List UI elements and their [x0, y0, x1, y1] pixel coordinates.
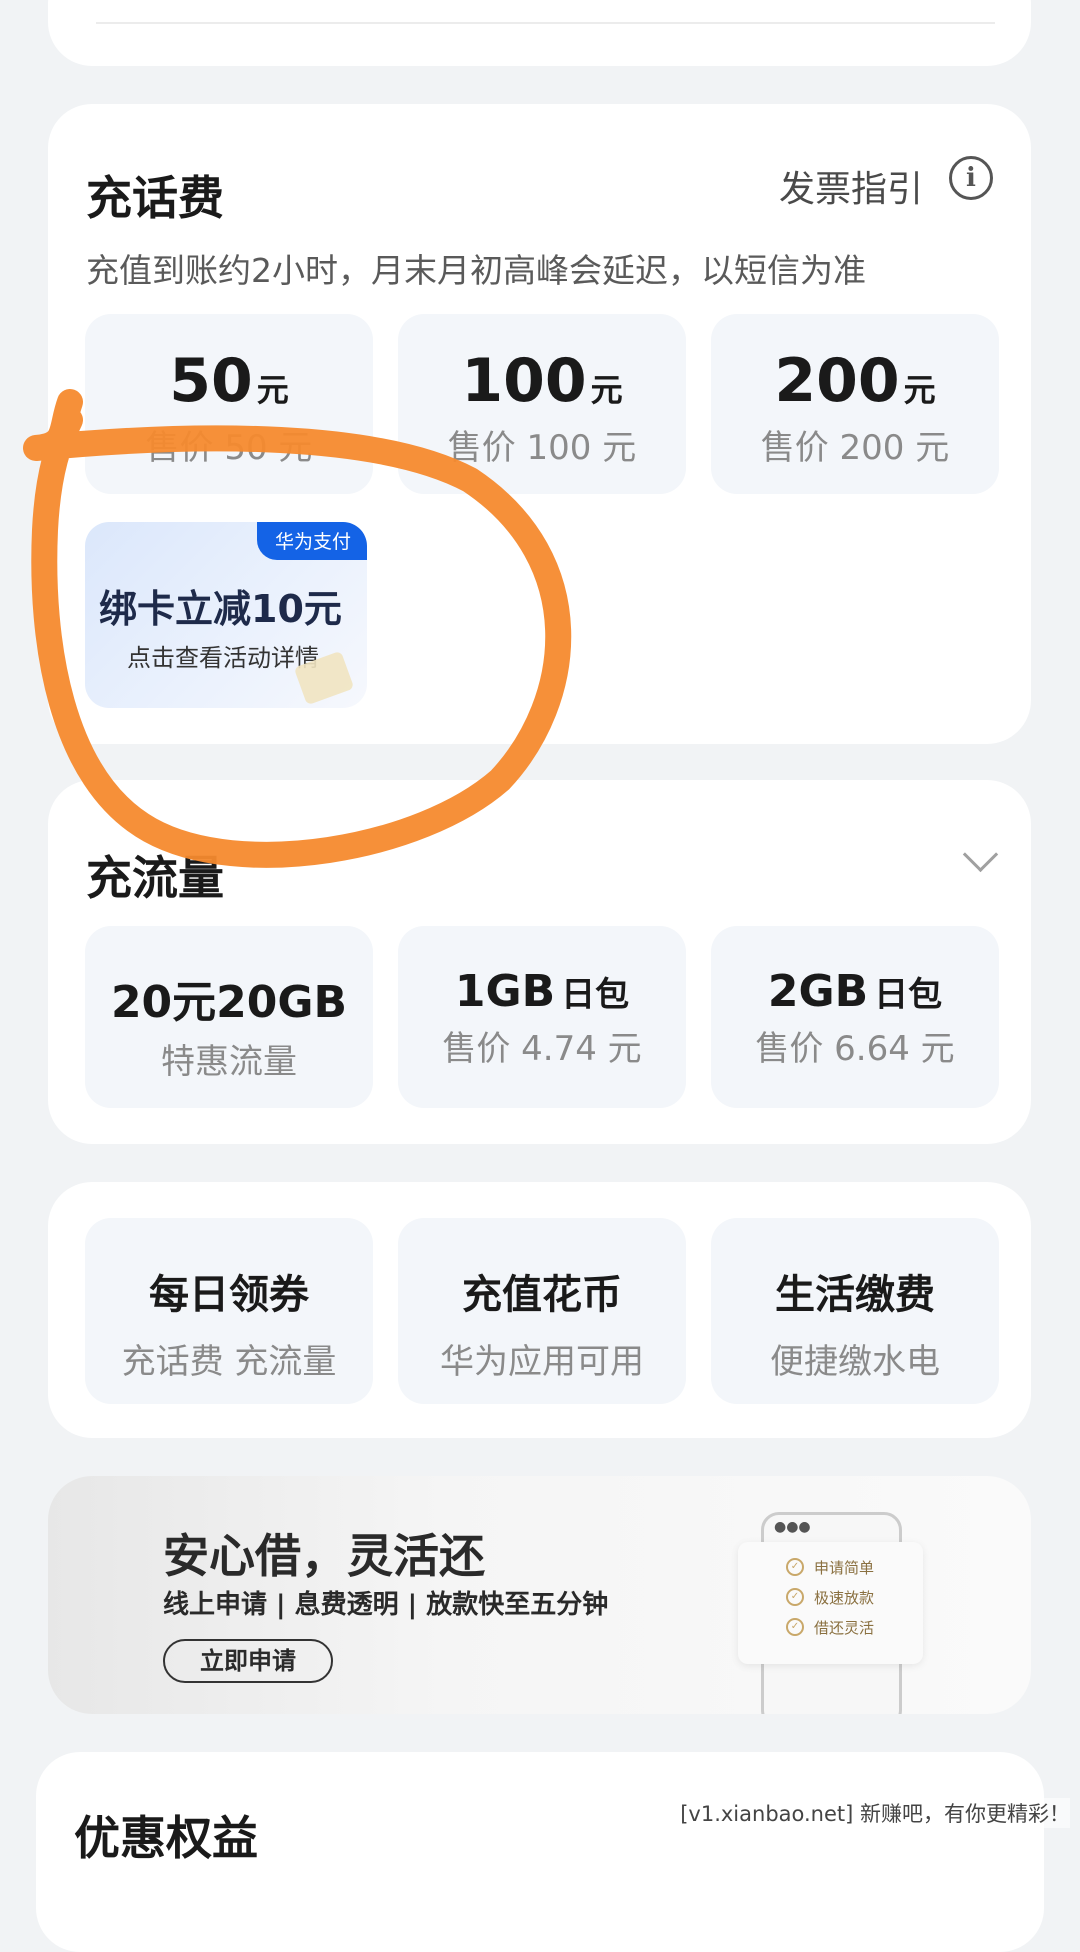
- promo-subtitle: 点击查看活动详情: [127, 644, 319, 672]
- check-icon: ✓: [786, 1618, 804, 1636]
- recharge-option-100[interactable]: 100 元 售价 100 元: [398, 314, 686, 494]
- data-option-desc: 售价 4.74 元: [442, 1029, 642, 1069]
- option-unit: 元: [590, 371, 623, 409]
- recharge-note: 充值到账约2小时，月末月初高峰会延迟，以短信为准: [86, 251, 866, 290]
- checklist-item: ✓ 极速放款: [738, 1582, 923, 1612]
- option-price: 售价 50 元: [145, 428, 313, 468]
- checklist-label: 申请简单: [814, 1558, 875, 1577]
- data-recharge-title: 充流量: [86, 851, 224, 905]
- service-huawei-coins[interactable]: 充值花币 华为应用可用: [398, 1218, 686, 1404]
- apply-now-button[interactable]: 立即申请: [163, 1639, 333, 1683]
- watermark-text: [v1.xianbao.net] 新赚吧，有你更精彩！: [680, 1798, 1070, 1828]
- data-option-desc: 特惠流量: [161, 1042, 297, 1082]
- checklist-item: ✓ 申请简单: [738, 1552, 923, 1582]
- option-unit: 元: [903, 371, 936, 409]
- option-price: 售价 100 元: [447, 428, 637, 468]
- data-recharge-card: 充流量 20元20GB 特惠流量 1GB 日包 售价 4.74 元 2GB 日包 售…: [48, 780, 1031, 1144]
- phone-recharge-card: 充话费 发票指引 i 充值到账约2小时，月末月初高峰会延迟，以短信为准 50 元 …: [48, 104, 1031, 744]
- service-utility-payment[interactable]: 生活缴费 便捷缴水电: [711, 1218, 999, 1404]
- loan-banner-title: 安心借，灵活还: [163, 1529, 485, 1583]
- service-desc: 充话费 充流量: [121, 1342, 337, 1382]
- data-option-1gb[interactable]: 1GB 日包 售价 4.74 元: [398, 926, 686, 1108]
- recharge-option-50[interactable]: 50 元 售价 50 元: [85, 314, 373, 494]
- huawei-pay-tag: 华为支付: [256, 522, 367, 560]
- service-daily-coupon[interactable]: 每日领券 充话费 充流量: [85, 1218, 373, 1404]
- recharge-option-200[interactable]: 200 元 售价 200 元: [711, 314, 999, 494]
- divider: [96, 22, 995, 24]
- invoice-guide-link[interactable]: 发票指引: [779, 160, 923, 212]
- option-price: 售价 200 元: [760, 428, 950, 468]
- checklist-label: 借还灵活: [814, 1618, 875, 1637]
- benefits-card: 优惠权益: [36, 1752, 1044, 1952]
- data-option-amount: 1GB: [454, 966, 556, 1017]
- check-icon: ✓: [786, 1558, 804, 1576]
- service-name: 每日领券: [149, 1272, 309, 1318]
- feature-checklist: ✓ 申请简单 ✓ 极速放款 ✓ 借还灵活: [738, 1542, 923, 1664]
- service-desc: 便捷缴水电: [770, 1342, 940, 1382]
- services-card: 每日领券 充话费 充流量 充值花币 华为应用可用 生活缴费 便捷缴水电: [48, 1182, 1031, 1438]
- phone-recharge-title: 充话费: [86, 171, 224, 225]
- data-option-2gb[interactable]: 2GB 日包 售价 6.64 元: [711, 926, 999, 1108]
- option-amount: 50: [169, 346, 253, 416]
- top-card: [48, 0, 1031, 66]
- data-option-20gb[interactable]: 20元20GB 特惠流量: [85, 926, 373, 1108]
- option-amount: 100: [461, 346, 587, 416]
- data-option-unit: 日包: [561, 975, 630, 1015]
- promo-title: 绑卡立减10元: [99, 587, 342, 631]
- check-icon: ✓: [786, 1588, 804, 1606]
- service-name: 充值花币: [462, 1272, 622, 1318]
- option-unit: 元: [256, 371, 289, 409]
- data-option-desc: 售价 6.64 元: [755, 1029, 955, 1069]
- chevron-down-icon[interactable]: [962, 836, 999, 873]
- data-option-amount: 2GB: [767, 966, 869, 1017]
- data-option-unit: 日包: [874, 975, 943, 1015]
- data-option-amount: 20元20GB: [110, 977, 348, 1028]
- loan-banner-subtitle: 线上申请 | 息费透明 | 放款快至五分钟: [163, 1590, 609, 1620]
- option-amount: 200: [774, 346, 900, 416]
- info-icon[interactable]: i: [949, 156, 993, 200]
- service-desc: 华为应用可用: [440, 1342, 644, 1382]
- loan-banner[interactable]: 安心借，灵活还 线上申请 | 息费透明 | 放款快至五分钟 立即申请 ●●● ✓…: [48, 1476, 1031, 1714]
- service-name: 生活缴费: [775, 1272, 935, 1318]
- checklist-item: ✓ 借还灵活: [738, 1612, 923, 1642]
- benefits-title: 优惠权益: [74, 1811, 258, 1865]
- checklist-label: 极速放款: [814, 1588, 875, 1607]
- phone-status-bar: ●●●: [774, 1519, 811, 1535]
- bind-card-promo-banner[interactable]: 华为支付 绑卡立减10元 点击查看活动详情: [85, 522, 367, 708]
